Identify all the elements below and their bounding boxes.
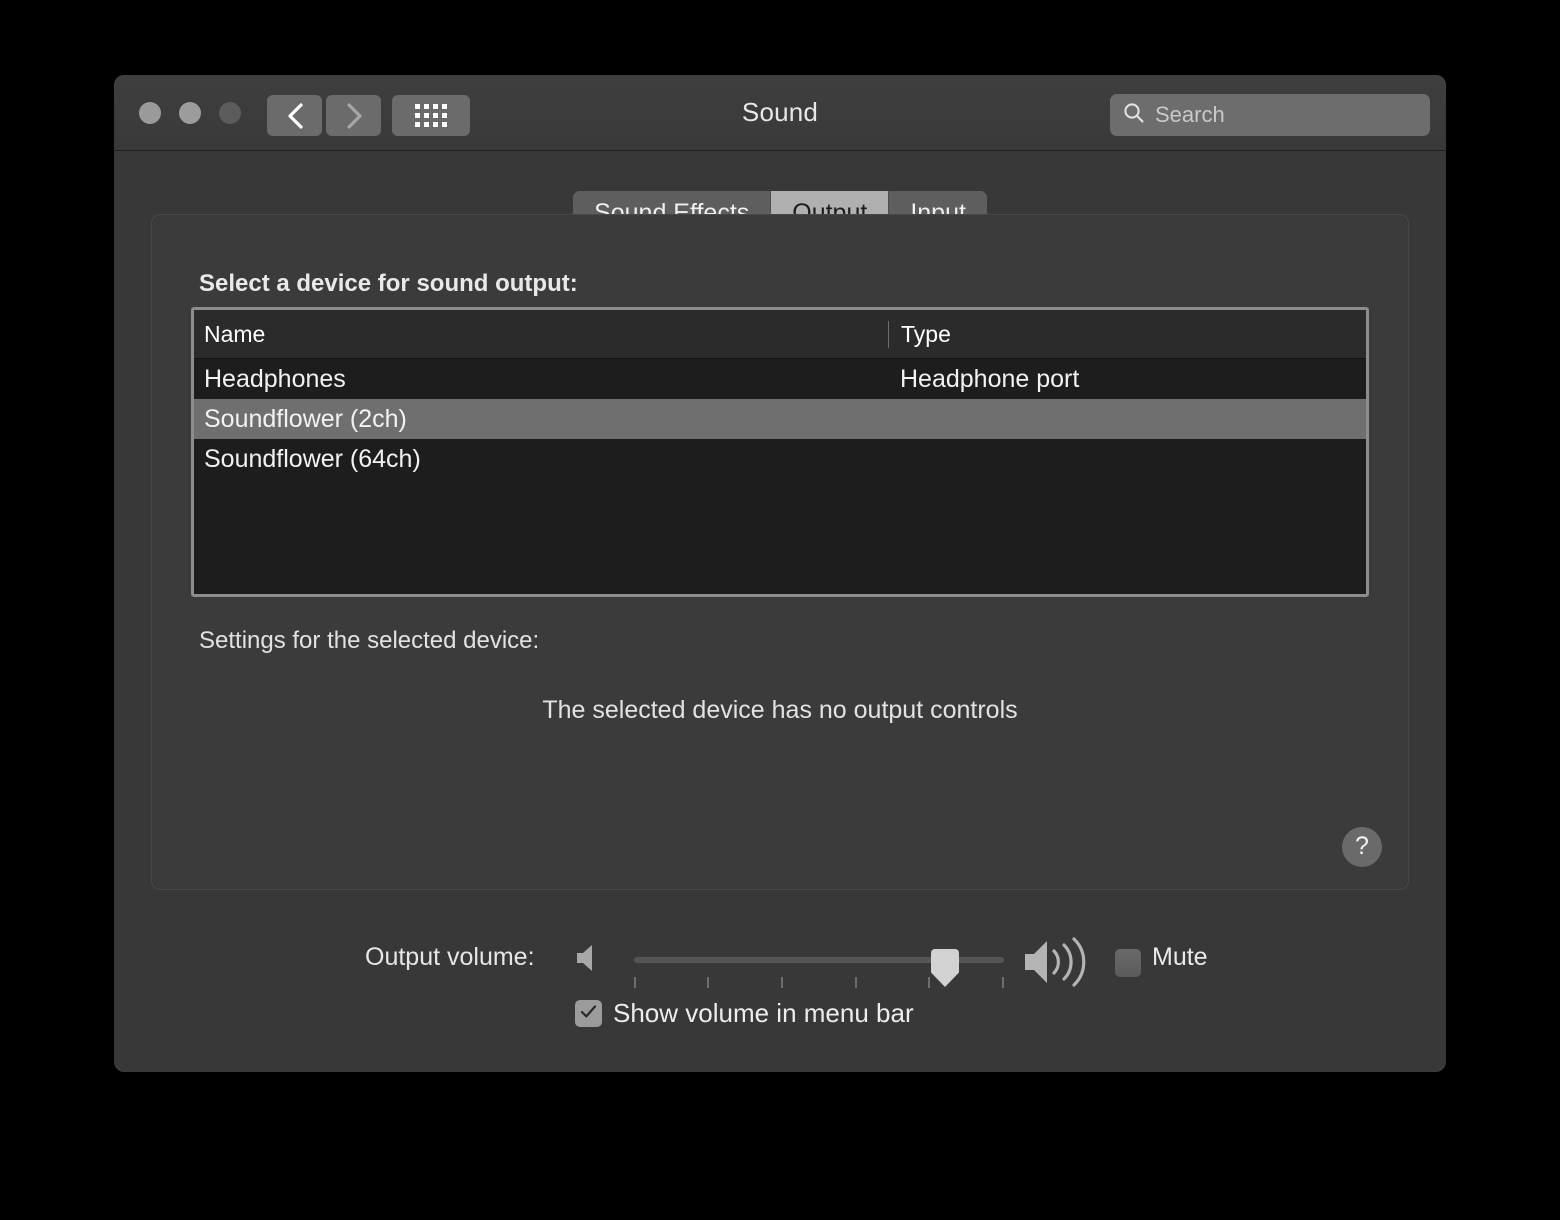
speaker-high-icon [1019,934,1097,995]
table-header-row: Name Type [194,310,1366,359]
speaker-low-icon [571,941,605,980]
table-row[interactable]: Soundflower (64ch) [194,439,1366,479]
settings-for-device-label: Settings for the selected device: [199,627,540,654]
show-volume-label: Show volume in menu bar [613,998,914,1028]
window-titlebar: Sound [114,75,1446,151]
checkmark-icon [579,1002,598,1026]
output-volume-label: Output volume: [365,943,535,971]
select-device-label: Select a device for sound output: [199,270,578,297]
help-button[interactable]: ? [1342,827,1382,867]
output-volume-slider[interactable] [634,949,1004,997]
show-volume-in-menu-bar-row[interactable]: Show volume in menu bar [575,998,914,1029]
column-header-type[interactable]: Type [888,320,1366,348]
device-name: Soundflower (2ch) [204,404,407,433]
mute-label[interactable]: Mute [1152,943,1208,972]
search-input[interactable] [1155,102,1405,128]
output-settings-panel: Select a device for sound output: Name T… [151,214,1409,890]
table-row[interactable]: Headphones Headphone port [194,359,1366,399]
search-field[interactable] [1110,94,1430,136]
mute-checkbox[interactable] [1115,949,1141,977]
sound-preferences-window: Sound Sound Effects Output Input Select … [114,75,1446,1072]
device-type: Headphone port [900,364,1080,393]
device-name: Headphones [204,364,346,393]
column-header-name[interactable]: Name [194,321,888,348]
show-volume-checkbox[interactable] [575,1000,602,1027]
search-icon [1122,101,1146,130]
output-device-table[interactable]: Name Type Headphones Headphone port Soun… [191,307,1369,597]
no-output-controls-message: The selected device has no output contro… [542,696,1018,724]
table-row[interactable]: Soundflower (2ch) [194,399,1366,439]
device-name: Soundflower (64ch) [204,444,421,473]
